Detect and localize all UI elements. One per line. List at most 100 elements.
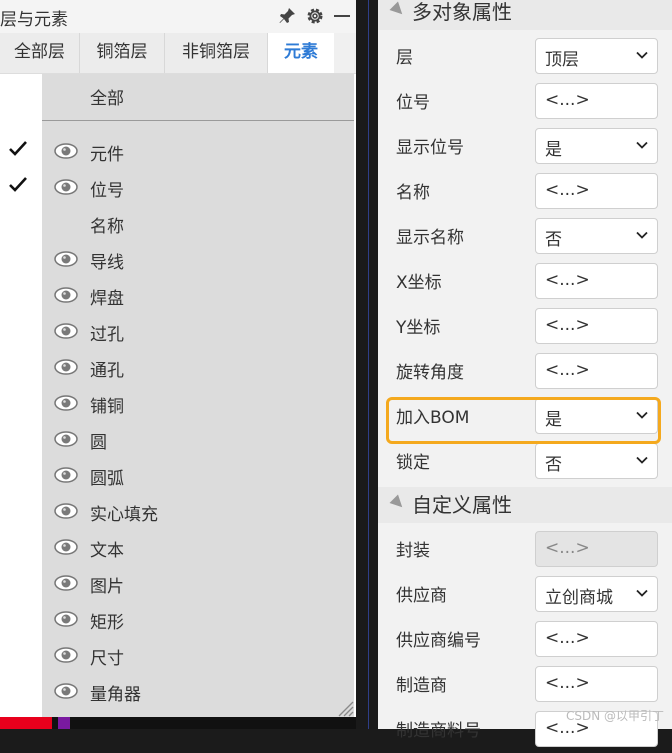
- eye-icon[interactable]: [54, 503, 78, 519]
- watermark: CSDN @以甲引丁: [566, 709, 665, 723]
- property-input[interactable]: <...>: [535, 666, 658, 702]
- list-item[interactable]: 名称: [0, 206, 356, 242]
- property-row: 层 顶层: [378, 35, 672, 80]
- eye-icon[interactable]: [54, 467, 78, 483]
- tab-all-layers[interactable]: 全部层: [0, 33, 80, 73]
- list-item[interactable]: 过孔: [0, 314, 356, 350]
- eye-icon[interactable]: [54, 287, 78, 303]
- eye-icon[interactable]: [54, 323, 78, 339]
- property-input[interactable]: <...>: [535, 263, 658, 299]
- list-item-label: 元件: [90, 145, 124, 165]
- property-value: <...>: [545, 538, 590, 558]
- list-item[interactable]: 圆: [0, 422, 356, 458]
- property-row: X坐标 <...>: [378, 260, 672, 305]
- property-value: <...>: [545, 628, 590, 648]
- property-input[interactable]: <...>: [535, 173, 658, 209]
- eye-icon[interactable]: [54, 395, 78, 411]
- property-select[interactable]: 否: [535, 443, 658, 479]
- property-row: 封装 <...>: [378, 528, 672, 573]
- property-input[interactable]: <...>: [535, 308, 658, 344]
- chevron-down-icon[interactable]: [635, 227, 649, 241]
- property-label: 封装: [396, 541, 430, 561]
- list-item[interactable]: 焊盘: [0, 278, 356, 314]
- list-item[interactable]: 铺铜: [0, 386, 356, 422]
- checkmark-icon[interactable]: [8, 138, 30, 162]
- minimize-icon[interactable]: [331, 5, 353, 27]
- property-row: 显示名称 否: [378, 215, 672, 260]
- list-item-label: 矩形: [90, 613, 124, 633]
- property-select[interactable]: 立创商城: [535, 576, 658, 612]
- section-header[interactable]: 自定义属性: [378, 487, 672, 523]
- checkmark-icon[interactable]: [8, 174, 30, 198]
- property-value: <...>: [545, 360, 590, 380]
- property-select[interactable]: 是: [535, 128, 658, 164]
- eye-icon[interactable]: [54, 143, 78, 159]
- eye-icon[interactable]: [54, 359, 78, 375]
- property-label: 名称: [396, 183, 430, 203]
- property-value: <...>: [545, 673, 590, 693]
- list-item-label: 铺铜: [90, 397, 124, 417]
- tab-elements[interactable]: 元素: [268, 33, 334, 73]
- property-label: X坐标: [396, 273, 442, 293]
- layers-elements-panel: 层与元素 全部层 铜箔层 非铜箔层 元素 全部 元件位号 名称 导线焊盘过孔 通孔铺铜…: [0, 0, 356, 717]
- eye-icon[interactable]: [54, 611, 78, 627]
- eye-icon[interactable]: [54, 683, 78, 699]
- panel-header: 层与元素: [0, 0, 356, 33]
- property-select[interactable]: 否: [535, 218, 658, 254]
- property-input[interactable]: <...>: [535, 621, 658, 657]
- eye-icon[interactable]: [54, 251, 78, 267]
- tab-copper-layers[interactable]: 铜箔层: [80, 33, 165, 73]
- list-item[interactable]: 实心填充: [0, 494, 356, 530]
- collapse-triangle-icon[interactable]: [389, 494, 407, 512]
- property-input[interactable]: <...>: [535, 353, 658, 389]
- element-list: 全部 元件位号 名称 导线焊盘过孔 通孔铺铜圆圆弧实心填充文本 图片矩形尺寸量角器: [0, 74, 356, 717]
- property-label: 位号: [396, 93, 430, 113]
- collapse-triangle-icon[interactable]: [389, 1, 407, 19]
- property-select[interactable]: 顶层: [535, 38, 658, 74]
- resize-grip-icon[interactable]: [334, 697, 354, 717]
- chevron-down-icon[interactable]: [635, 137, 649, 151]
- list-item[interactable]: 矩形: [0, 602, 356, 638]
- list-item[interactable]: 图片: [0, 566, 356, 602]
- property-label: 显示名称: [396, 228, 464, 248]
- property-value: <...>: [545, 270, 590, 290]
- list-item[interactable]: 元件: [0, 134, 356, 170]
- all-label: 全部: [90, 89, 124, 109]
- eye-icon[interactable]: [54, 179, 78, 195]
- gear-icon[interactable]: [304, 5, 326, 27]
- eye-icon[interactable]: [54, 539, 78, 555]
- tab-non-copper-layers[interactable]: 非铜箔层: [165, 33, 268, 73]
- properties-panel: 多对象属性层顶层 位号 <...> 显示位号是名称 <...> 显示名称否 X坐标 <...>…: [378, 0, 672, 747]
- property-row: Y坐标 <...>: [378, 305, 672, 350]
- chevron-down-icon[interactable]: [635, 452, 649, 466]
- list-item-label: 尺寸: [90, 649, 124, 669]
- property-row: 供应商编号 <...>: [378, 618, 672, 663]
- list-item[interactable]: 位号: [0, 170, 356, 206]
- list-item[interactable]: 尺寸: [0, 638, 356, 674]
- list-item[interactable]: 导线: [0, 242, 356, 278]
- purple-layer-bar: [58, 717, 70, 729]
- property-value: 顶层: [545, 50, 579, 70]
- list-item-label: 实心填充: [90, 505, 158, 525]
- eye-icon[interactable]: [54, 431, 78, 447]
- property-input[interactable]: <...>: [535, 83, 658, 119]
- list-item[interactable]: 通孔: [0, 350, 356, 386]
- property-label: 显示位号: [396, 138, 464, 158]
- list-item-label: 圆弧: [90, 469, 124, 489]
- canvas-gap: [356, 0, 378, 729]
- eye-icon[interactable]: [54, 647, 78, 663]
- chevron-down-icon[interactable]: [635, 585, 649, 599]
- property-label: 层: [396, 48, 413, 68]
- property-label: Y坐标: [396, 318, 441, 338]
- list-item-label: 焊盘: [90, 289, 124, 309]
- section-header[interactable]: 多对象属性: [378, 0, 672, 30]
- chevron-down-icon[interactable]: [635, 47, 649, 61]
- list-item[interactable]: 文本: [0, 530, 356, 566]
- list-item-all[interactable]: 全部: [42, 74, 354, 121]
- pin-icon[interactable]: [276, 5, 298, 27]
- property-row: 供应商 立创商城: [378, 573, 672, 618]
- list-item[interactable]: 量角器: [0, 674, 356, 710]
- list-item[interactable]: 圆弧: [0, 458, 356, 494]
- eye-icon[interactable]: [54, 575, 78, 591]
- property-value: <...>: [545, 180, 590, 200]
